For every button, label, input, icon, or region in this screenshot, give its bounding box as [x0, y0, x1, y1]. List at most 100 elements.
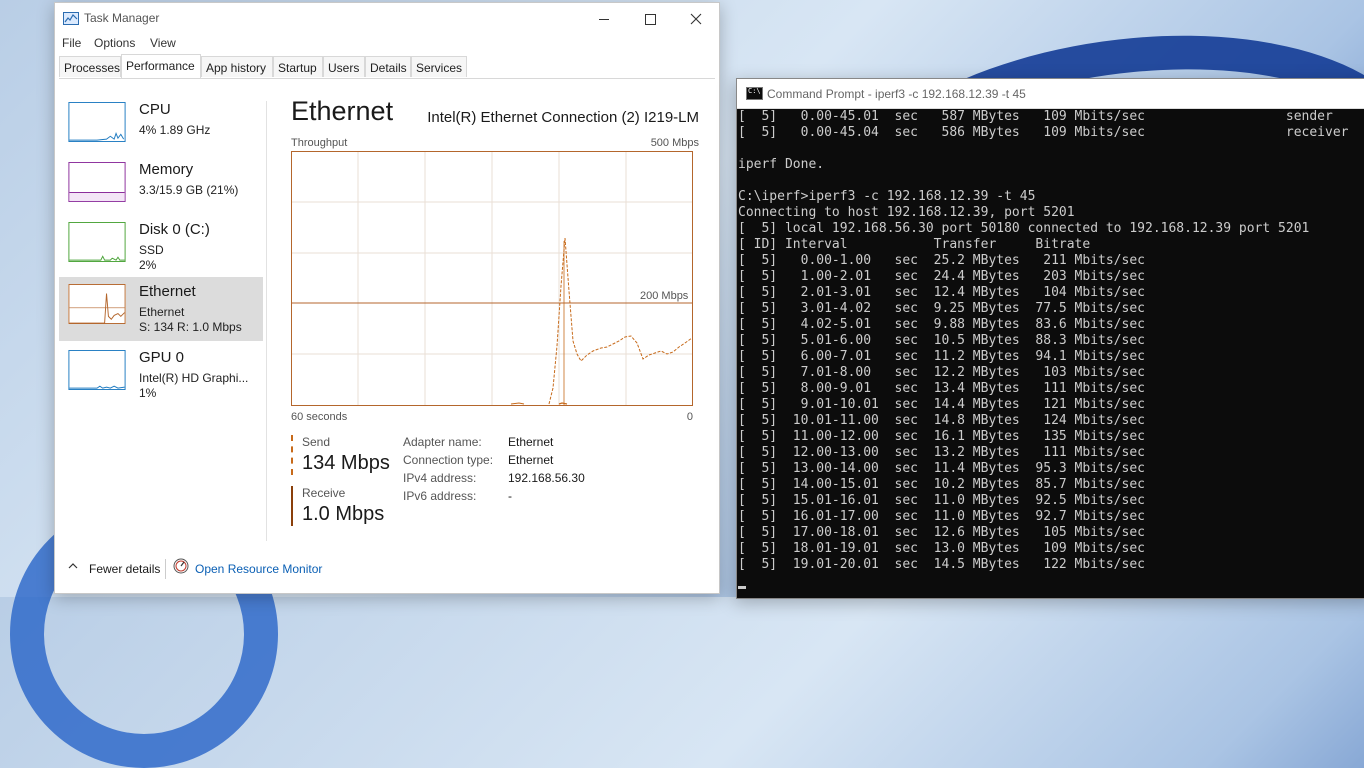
- sidebar-item-disk[interactable]: Disk 0 (C:) SSD 2%: [59, 215, 263, 279]
- send-stat: Send 134 Mbps: [291, 435, 390, 475]
- receive-stat: Receive 1.0 Mbps: [291, 486, 384, 526]
- tab-app-history[interactable]: App history: [201, 56, 273, 77]
- ethernet-thumbnail-graph: [68, 284, 126, 324]
- menu-file[interactable]: File: [62, 36, 81, 50]
- minimize-button[interactable]: [581, 3, 627, 33]
- console-output[interactable]: [ 5] 0.00-45.01 sec 587 MBytes 109 Mbits…: [737, 109, 1364, 598]
- sidebar-item-usage: 1%: [139, 386, 157, 400]
- close-icon: [690, 13, 702, 25]
- footer-divider: [165, 559, 166, 579]
- disk-thumbnail-graph: [68, 222, 126, 262]
- sidebar-item-detail: 3.3/15.9 GB (21%): [139, 183, 239, 197]
- command-prompt-window: C:\ Command Prompt - iperf3 -c 192.168.1…: [736, 78, 1364, 599]
- console-line: [ 5] 17.00-18.01 sec 12.6 MBytes 105 Mbi…: [738, 525, 1145, 540]
- console-line: [ 5] 11.00-12.00 sec 16.1 MBytes 135 Mbi…: [738, 429, 1145, 444]
- console-line: iperf Done.: [738, 157, 825, 172]
- footer-bar: Fewer details Open Resource Monitor: [55, 555, 719, 583]
- property-value: 192.168.56.30: [508, 471, 585, 485]
- property-key: IPv6 address:: [403, 489, 477, 503]
- property-row: Connection type: Ethernet: [403, 453, 703, 471]
- task-manager-window: Task Manager File Options View Processes…: [54, 2, 720, 594]
- tab-users[interactable]: Users: [323, 56, 365, 77]
- property-key: Connection type:: [403, 453, 494, 467]
- console-line: [ 5] 14.00-15.01 sec 10.2 MBytes 85.7 Mb…: [738, 477, 1145, 492]
- sidebar-item-ethernet[interactable]: Ethernet Ethernet S: 134 R: 1.0 Mbps: [59, 277, 263, 341]
- tab-services[interactable]: Services: [411, 56, 467, 77]
- cmd-title-bar: C:\ Command Prompt - iperf3 -c 192.168.1…: [737, 79, 1364, 109]
- console-line: [ 5] 9.01-10.01 sec 14.4 MBytes 121 Mbit…: [738, 397, 1145, 412]
- tab-processes[interactable]: Processes: [59, 56, 121, 77]
- console-line: [ 5] 1.00-2.01 sec 24.4 MBytes 203 Mbits…: [738, 269, 1145, 284]
- sidebar-item-name: GPU 0: [139, 349, 185, 366]
- console-line: Connecting to host 192.168.12.39, port 5…: [738, 205, 1075, 220]
- console-line: [ 5] 0.00-45.04 sec 586 MBytes 109 Mbits…: [738, 125, 1349, 140]
- console-lines: [ 5] 0.00-45.01 sec 587 MBytes 109 Mbits…: [738, 109, 1348, 573]
- sidebar-item-detail: Ethernet: [139, 305, 185, 319]
- send-label: Send: [302, 435, 331, 449]
- page-title: Ethernet: [291, 96, 394, 126]
- sidebar-item-name: Memory: [139, 161, 194, 178]
- property-key: Adapter name:: [403, 435, 482, 449]
- chevron-up-icon[interactable]: [67, 560, 79, 572]
- open-resource-monitor-link[interactable]: Open Resource Monitor: [195, 562, 322, 576]
- receive-label: Receive: [302, 486, 346, 500]
- console-line: [ 5] 18.01-19.01 sec 13.0 MBytes 109 Mbi…: [738, 541, 1145, 556]
- sidebar-item-gpu[interactable]: GPU 0 Intel(R) HD Graphi... 1%: [59, 343, 263, 407]
- console-line: [ 5] 8.00-9.01 sec 13.4 MBytes 111 Mbits…: [738, 381, 1145, 396]
- adapter-properties: Adapter name: Ethernet Connection type: …: [403, 435, 703, 507]
- sidebar-item-name: Disk 0 (C:): [139, 221, 210, 238]
- sidebar-item-throughput: S: 134 R: 1.0 Mbps: [139, 320, 242, 334]
- memory-thumbnail-graph: [68, 162, 126, 202]
- resource-monitor-icon[interactable]: [173, 558, 189, 574]
- cmd-icon: C:\: [746, 87, 763, 100]
- title-bar: Task Manager: [55, 3, 719, 33]
- sidebar-divider: [266, 101, 267, 541]
- console-line: [ 5] 7.01-8.00 sec 12.2 MBytes 103 Mbits…: [738, 365, 1145, 380]
- sidebar-item-name: CPU: [139, 101, 171, 118]
- property-key: IPv4 address:: [403, 471, 477, 485]
- cmd-window-title: Command Prompt - iperf3 -c 192.168.12.39…: [767, 87, 1026, 101]
- console-line: [ 5] 6.00-7.01 sec 11.2 MBytes 94.1 Mbit…: [738, 349, 1145, 364]
- minimize-icon: [599, 18, 609, 20]
- property-value: Ethernet: [508, 453, 554, 467]
- sidebar-item-usage: 2%: [139, 258, 157, 272]
- cpu-thumbnail-graph: [68, 102, 126, 142]
- menu-view[interactable]: View: [150, 36, 176, 50]
- console-line: [ ID] Interval Transfer Bitrate: [738, 237, 1091, 252]
- console-line: [ 5] 0.00-45.01 sec 587 MBytes 109 Mbits…: [738, 109, 1333, 124]
- maximize-icon: [644, 13, 656, 25]
- sidebar-item-detail: SSD: [139, 243, 164, 257]
- task-manager-icon: [63, 12, 79, 25]
- sidebar-item-memory[interactable]: Memory 3.3/15.9 GB (21%): [59, 155, 263, 219]
- menu-options[interactable]: Options: [94, 36, 135, 50]
- graph-label: Throughput: [291, 137, 348, 149]
- tab-details[interactable]: Details: [365, 56, 411, 77]
- console-line: [ 5] 2.01-3.01 sec 12.4 MBytes 104 Mbits…: [738, 285, 1145, 300]
- property-value: -: [508, 489, 512, 503]
- console-line: [ 5] 19.01-20.01 sec 14.5 MBytes 122 Mbi…: [738, 557, 1145, 572]
- console-line: [ 5] local 192.168.56.30 port 50180 conn…: [738, 221, 1310, 236]
- throughput-graph: [291, 151, 693, 406]
- sidebar-item-detail: 4% 1.89 GHz: [139, 123, 211, 137]
- maximize-button[interactable]: [627, 3, 673, 33]
- fewer-details-button[interactable]: Fewer details: [89, 562, 160, 576]
- property-row: IPv4 address: 192.168.56.30: [403, 471, 703, 489]
- sidebar-item-cpu[interactable]: CPU 4% 1.89 GHz: [59, 95, 263, 159]
- console-line: [ 5] 10.01-11.00 sec 14.8 MBytes 124 Mbi…: [738, 413, 1145, 428]
- text-cursor: [738, 586, 746, 589]
- graph-min-label: 0: [686, 411, 693, 423]
- tab-performance[interactable]: Performance: [121, 54, 201, 78]
- close-button[interactable]: [673, 3, 719, 33]
- console-line: C:\iperf>iperf3 -c 192.168.12.39 -t 45: [738, 189, 1036, 204]
- tab-startup[interactable]: Startup: [273, 56, 323, 77]
- console-line: [ 5] 13.00-14.00 sec 11.4 MBytes 95.3 Mb…: [738, 461, 1145, 476]
- window-title: Task Manager: [84, 11, 160, 25]
- console-line: [ 5] 16.01-17.00 sec 11.0 MBytes 92.7 Mb…: [738, 509, 1145, 524]
- console-line: [ 5] 12.00-13.00 sec 13.2 MBytes 111 Mbi…: [738, 445, 1145, 460]
- sidebar-item-detail: Intel(R) HD Graphi...: [139, 371, 249, 385]
- send-value: 134 Mbps: [302, 452, 390, 474]
- console-line: [ 5] 0.00-1.00 sec 25.2 MBytes 211 Mbits…: [738, 253, 1145, 268]
- property-row: IPv6 address: -: [403, 489, 703, 507]
